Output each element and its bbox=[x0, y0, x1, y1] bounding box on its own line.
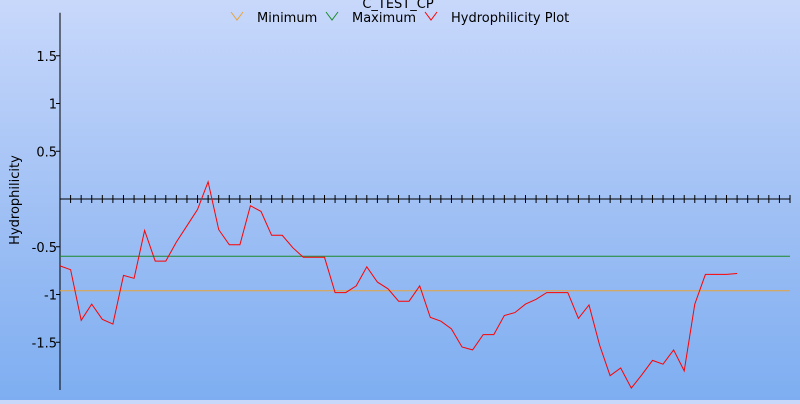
y-axis-label: Hydrophilicity bbox=[8, 155, 23, 245]
y-tick-label: 0.5 bbox=[36, 145, 57, 160]
chart-canvas: C_TEST_CP Minimum Maximum Hydrophilicity P… bbox=[8, 0, 791, 390]
legend-swatch bbox=[230, 11, 244, 21]
legend-item-maximum: Maximum bbox=[325, 11, 416, 26]
hydrophilicity-chart: C_TEST_CP Minimum Maximum Hydrophilicity P… bbox=[0, 0, 800, 400]
legend-swatch bbox=[325, 11, 339, 21]
y-tick-label: -0.5 bbox=[32, 241, 57, 256]
y-tick-label: 1.5 bbox=[36, 50, 57, 65]
y-tick-label: 1 bbox=[49, 98, 57, 113]
legend-label: Minimum bbox=[257, 11, 317, 26]
legend-item-minimum: Minimum bbox=[230, 11, 317, 26]
y-tick-label: -1 bbox=[44, 289, 57, 304]
chart-series bbox=[59, 180, 790, 390]
chart-axes: 1.5 1 0.5 -0.5 -1 -1.5 bbox=[32, 12, 791, 390]
y-tick-label: -1.5 bbox=[32, 336, 57, 351]
legend-label: Maximum bbox=[352, 11, 416, 26]
legend-item-hydrophilicity-plot: Hydrophilicity Plot bbox=[424, 11, 569, 26]
legend-swatch bbox=[424, 11, 438, 21]
chart-legend: Minimum Maximum Hydrophilicity Plot bbox=[230, 11, 569, 26]
hydrophilicity-plot-line bbox=[59, 180, 738, 390]
legend-label: Hydrophilicity Plot bbox=[451, 11, 569, 26]
